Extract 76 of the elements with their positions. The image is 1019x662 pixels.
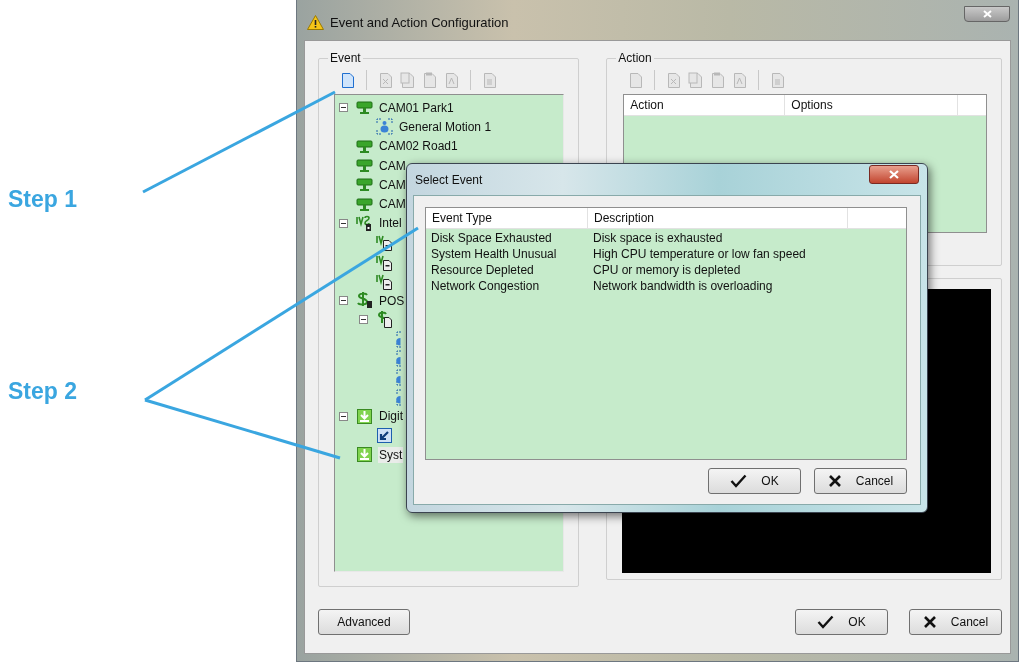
table-cell-text: Resource Depleted [430,263,535,277]
rename-icon [732,72,748,88]
motion-icon [396,330,402,348]
close-icon [982,10,992,18]
analytics-icon [376,272,393,290]
tree-item[interactable]: POS [378,292,406,309]
analytics-icon [376,234,393,252]
paste-icon [422,72,437,88]
expander-icon[interactable] [339,411,348,421]
camera-icon [356,176,373,194]
table-cell-text: High CPU temperature or low fan speed [592,247,806,261]
expander-icon[interactable] [339,296,348,306]
tree-item[interactable]: CAM01 Park1 [378,99,455,116]
tree-item[interactable]: CAM [378,196,407,213]
table-cell-text: Network Congestion [430,279,541,293]
step-label: Step 2 [8,378,78,405]
delete-icon [666,72,682,88]
copy-icon [400,72,415,88]
coin-icon [356,292,373,310]
download-icon [356,407,373,425]
ok-button[interactable]: OK [795,609,888,635]
dialog-title: Select Event [415,172,483,187]
table-cell-text: Disk Space Exhausted [430,231,553,245]
close-button[interactable] [964,6,1010,22]
paste-icon [710,72,726,88]
copy-icon [688,72,704,88]
table-cell-text: System Health Unusual [430,247,558,261]
tree-item[interactable]: CAM [378,176,407,193]
new-document-icon [628,72,644,88]
tree-item[interactable]: CAM [378,157,407,174]
column-header[interactable]: Options [785,95,959,115]
checkmark-icon [730,474,748,488]
tree-item[interactable]: Intel [378,215,403,232]
motion-icon [396,350,402,367]
expander-icon[interactable] [339,103,348,113]
group-title: Event [329,51,362,65]
tree-item[interactable]: CAM02 Road1 [378,138,459,155]
analytics-icon [376,253,393,271]
camera-icon [356,195,373,213]
camera-icon [356,157,373,175]
ok-button[interactable]: OK [708,468,801,494]
checkmark-icon [817,615,835,629]
camera-icon [356,137,373,155]
step-label: Step 1 [8,186,78,213]
close-button[interactable] [869,165,919,184]
group-title: Action [617,51,653,65]
new-document-icon [340,72,355,88]
cancel-button[interactable]: Cancel [909,609,1002,635]
column-header[interactable]: Event Type [426,208,588,228]
warning-icon [307,15,324,30]
column-header[interactable]: Action [624,95,786,115]
download-icon [356,446,373,464]
analytics-icon [356,214,373,232]
delete-icon [378,72,393,88]
column-header[interactable]: Description [588,208,848,228]
rename-icon [444,72,459,88]
tree-item[interactable]: General Motion 1 [398,118,493,135]
document-icon [770,72,786,88]
toolbar-button[interactable] [340,72,355,88]
table-cell-text: CPU or memory is depleted [592,263,741,277]
cross-icon [922,615,937,629]
close-icon [889,170,899,179]
expander-icon[interactable] [339,218,348,228]
table-cell-text: Disk space is exhausted [592,231,723,245]
window-title: Event and Action Configuration [330,15,509,31]
camera-icon [356,99,373,117]
cross-icon [827,474,842,488]
document-icon [482,72,497,88]
expander-icon[interactable] [359,315,368,325]
coin-icon [376,311,393,329]
advanced-button[interactable]: Advanced [318,609,410,635]
table-cell-text: Network bandwidth is overloading [592,279,773,293]
cancel-button[interactable]: Cancel [814,468,907,494]
tree-item[interactable]: Digit [378,408,404,425]
tree-item[interactable]: Syst [378,447,404,463]
motion-icon [376,118,393,136]
